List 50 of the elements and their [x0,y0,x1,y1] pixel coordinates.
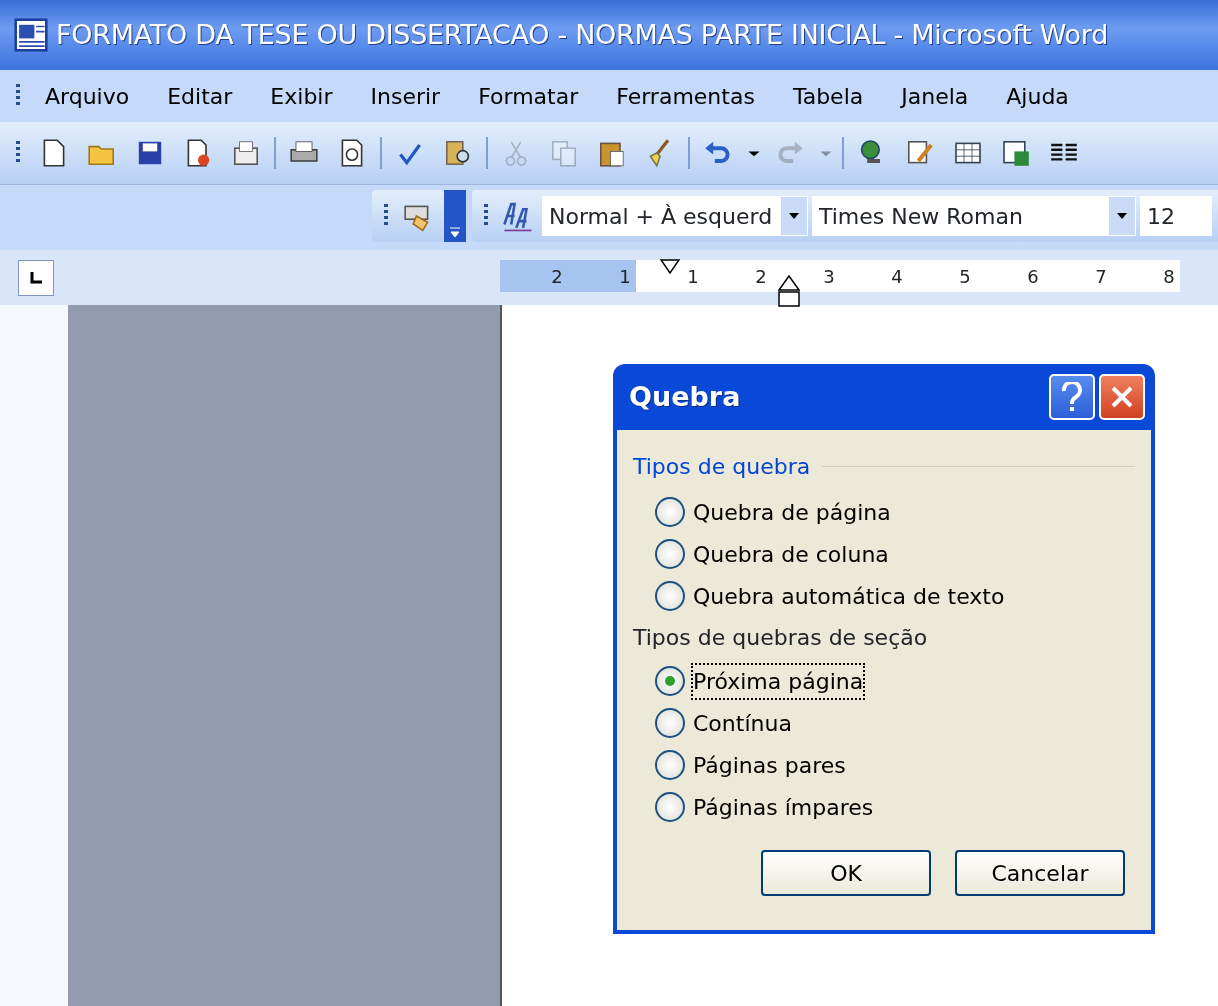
menu-item[interactable]: Exibir [251,79,352,113]
toolbar-grip[interactable] [484,204,488,228]
overflow-chevron-icon[interactable] [444,190,466,242]
left-tab-icon [29,270,43,285]
radio-option[interactable]: Próxima página [655,660,864,702]
toolbar-grip[interactable] [16,141,20,165]
ruler-number: 7 [1094,264,1108,289]
ruler-number: 2 [550,264,564,289]
close-icon [1110,385,1134,409]
close-button[interactable] [1099,374,1145,420]
ok-button[interactable]: OK [761,850,931,896]
style-dropdown[interactable]: Normal + À esquerd [542,196,808,236]
ruler-number: 1 [686,264,700,289]
menu-item[interactable]: Formatar [459,79,598,113]
radio-option[interactable]: Páginas ímpares [655,786,874,828]
ruler-number: 1 [618,264,632,289]
ruler-number: 6 [1026,264,1040,289]
hanging-indent-marker[interactable] [778,274,800,308]
radio-option[interactable]: Contínua [655,702,792,744]
tab-stop-selector[interactable] [18,259,54,296]
toolbar-grip[interactable] [16,84,20,108]
menu-item[interactable]: Arquivo [26,79,149,113]
word-document-icon [14,18,48,52]
ruler-number: 4 [890,264,904,289]
radio-option[interactable]: Quebra automática de texto [655,575,1005,617]
menu-item[interactable]: Ajuda [987,79,1088,113]
ruler-number: 5 [958,264,972,289]
menu-item[interactable]: Janela [882,79,988,113]
section-title: Tipos de quebras de seção [633,624,929,652]
dialog-title: Quebra [629,379,741,414]
caret-icon [789,213,799,219]
font-size-field[interactable]: 12 [1140,196,1212,236]
window-title: FORMATO DA TESE OU DISSERTACAO - NORMAS PARTE INICIAL - Microsoft Word [56,17,1108,52]
radio-option[interactable]: Quebra de página [655,491,891,533]
menu-item[interactable]: Tabela [773,79,883,113]
menu-item[interactable]: Inserir [351,79,460,113]
group-title: Tipos de quebra [633,453,811,481]
radio-option[interactable]: Páginas pares [655,744,846,786]
help-icon [1061,382,1083,412]
ruler-number: 2 [754,264,768,289]
toolbar-grip[interactable] [384,204,388,228]
ruler-number: 8 [1162,264,1176,289]
help-button[interactable] [1049,374,1095,420]
cancel-button[interactable]: Cancelar [955,850,1125,896]
radio-option[interactable]: Quebra de coluna [655,533,889,575]
menu-item[interactable]: Ferramentas [597,79,774,113]
menu-item[interactable]: Editar [148,79,252,113]
caret-icon [1117,213,1127,219]
font-dropdown[interactable]: Times New Roman [812,196,1136,236]
ruler-number: 3 [822,264,836,289]
